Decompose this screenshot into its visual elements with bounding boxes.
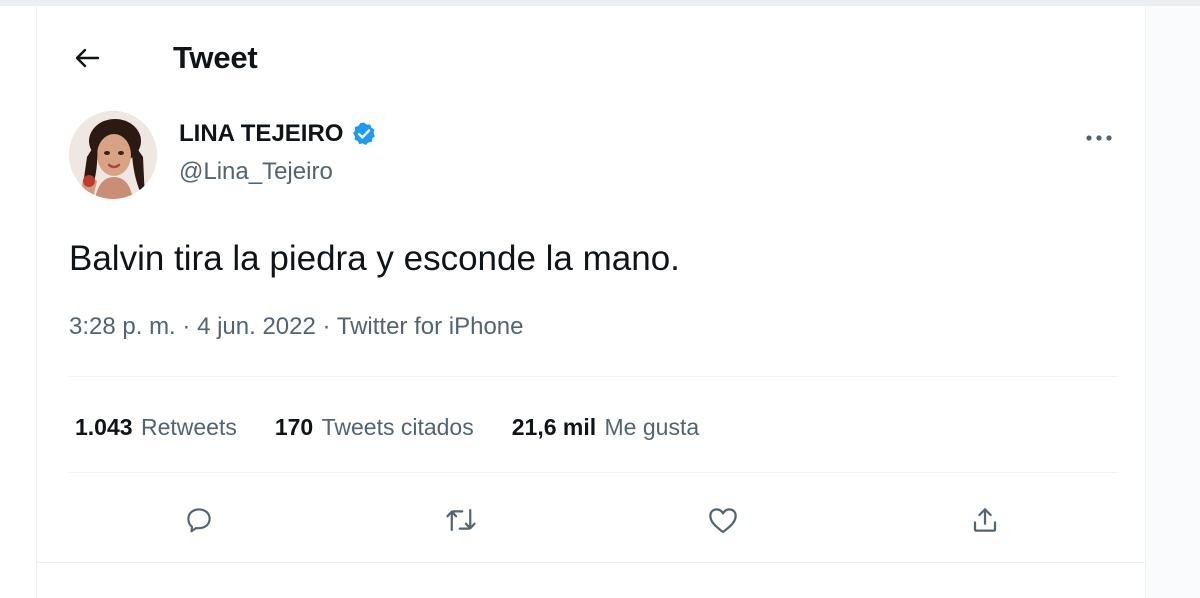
header: Tweet — [37, 6, 1145, 106]
retweet-icon — [445, 505, 477, 540]
tweet-date[interactable]: 4 jun. 2022 — [197, 313, 316, 340]
verified-badge-icon — [351, 121, 377, 147]
stat-retweets[interactable]: 1.043 Retweets — [75, 414, 237, 441]
like-button[interactable] — [701, 500, 745, 544]
stat-label: Me gusta — [604, 414, 700, 440]
right-gutter — [1145, 6, 1200, 598]
tweet-stats: 1.043 Retweets 170 Tweets citados 21,6 m… — [75, 414, 737, 441]
tweet-time[interactable]: 3:28 p. m. — [69, 313, 176, 340]
reply-button[interactable] — [177, 500, 221, 544]
stat-quote-tweets[interactable]: 170 Tweets citados — [275, 414, 474, 441]
more-options-button[interactable] — [1079, 118, 1119, 158]
tweet-meta: 3:28 p. m. · 4 jun. 2022 · Twitter for i… — [69, 313, 524, 341]
retweet-button[interactable] — [439, 500, 483, 544]
back-button[interactable] — [67, 40, 107, 80]
author-handle[interactable]: @Lina_Tejeiro — [179, 158, 333, 186]
display-name-text: LINA TEJEIRO — [179, 120, 344, 147]
page-title: Tweet — [173, 40, 258, 75]
stat-count: 21,6 mil — [511, 414, 597, 440]
stat-count: 170 — [274, 414, 314, 440]
heart-icon — [707, 505, 739, 540]
stat-likes[interactable]: 21,6 mil Me gusta — [512, 414, 699, 441]
divider — [69, 472, 1117, 473]
arrow-left-icon — [74, 47, 100, 74]
share-icon — [970, 505, 1000, 540]
stat-label: Tweets citados — [321, 414, 474, 440]
meta-separator: · — [175, 313, 198, 340]
stat-label: Retweets — [140, 414, 237, 440]
divider — [37, 562, 1145, 563]
stat-count: 1.043 — [75, 414, 133, 440]
divider — [69, 376, 1117, 377]
author-display-name[interactable]: LINA TEJEIRO — [179, 120, 377, 148]
avatar[interactable] — [69, 111, 157, 199]
tweet-text: Balvin tira la piedra y esconde la mano. — [69, 239, 680, 278]
share-button[interactable] — [963, 500, 1007, 544]
tweet-source[interactable]: Twitter for iPhone — [337, 313, 524, 340]
tweet-detail-panel: Tweet LINA TEJEIRO @Lina_Tejeiro Balvin … — [36, 6, 1146, 598]
more-horizontal-icon — [1085, 129, 1113, 147]
reply-icon — [184, 505, 214, 540]
meta-separator: · — [315, 313, 337, 340]
